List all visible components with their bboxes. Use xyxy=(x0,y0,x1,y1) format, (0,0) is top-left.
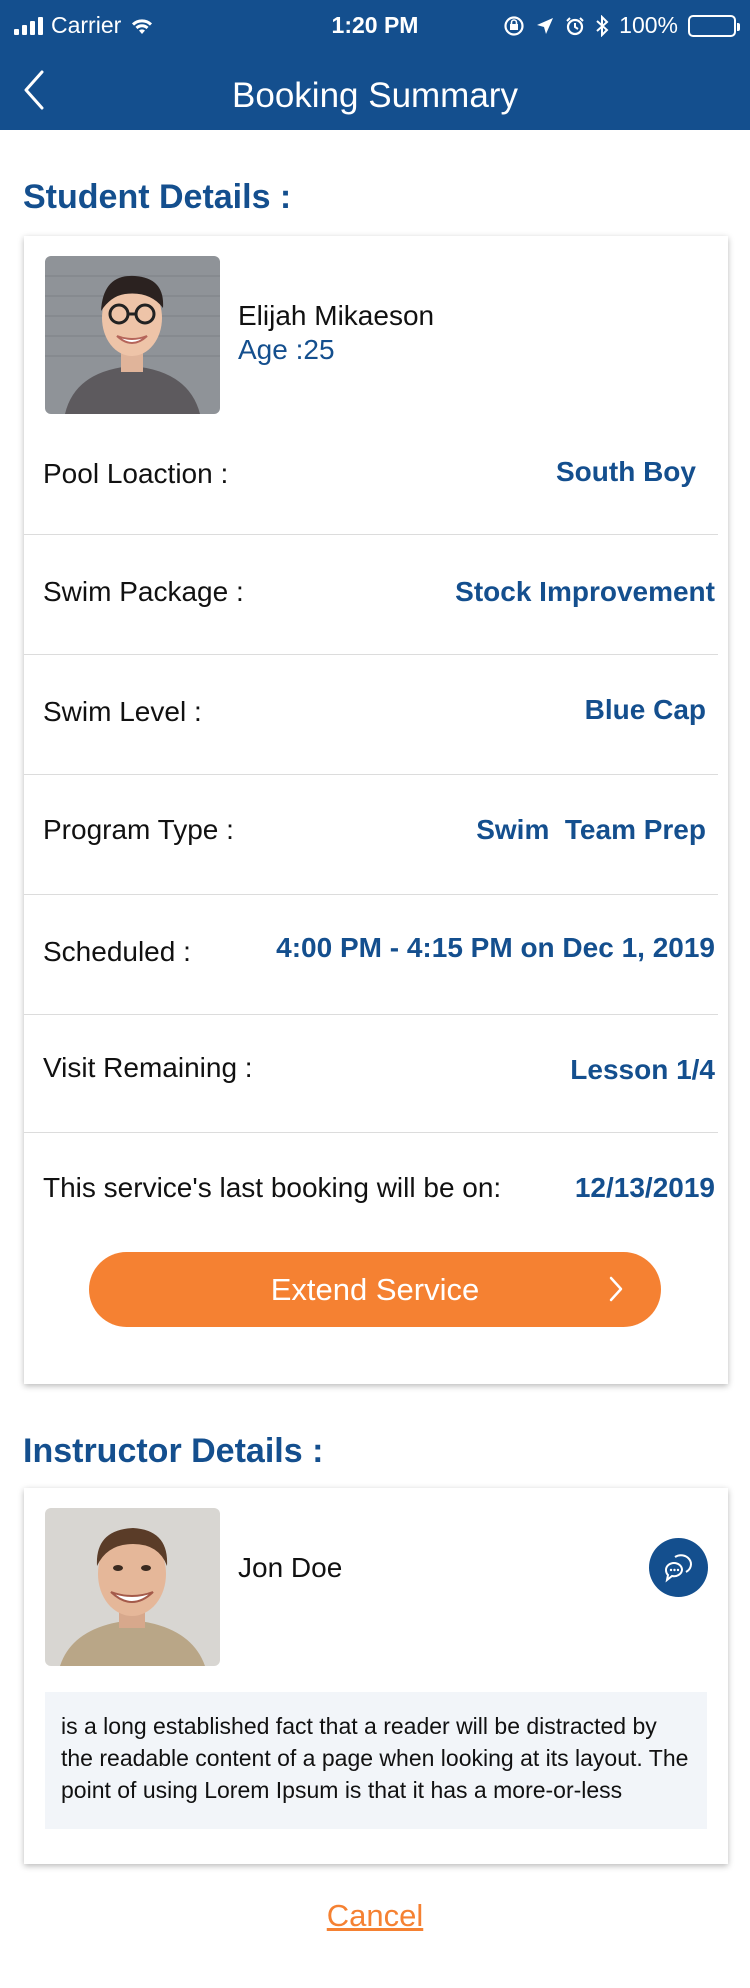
instructor-card: Jon Doe is a long established fact that … xyxy=(24,1488,728,1864)
student-age: Age :25 xyxy=(238,334,335,365)
status-bar: Carrier 1:20 PM 100% xyxy=(0,0,750,50)
battery-percent: 100% xyxy=(619,12,678,38)
chat-button[interactable] xyxy=(649,1538,708,1597)
status-right: 100% xyxy=(503,12,740,39)
bluetooth-icon xyxy=(596,14,609,37)
chevron-right-icon xyxy=(609,1276,623,1302)
instructor-section-title: Instructor Details : xyxy=(23,1432,324,1470)
extend-service-label: Extend Service xyxy=(270,1271,480,1307)
detail-label: Swim Package : xyxy=(43,576,244,607)
detail-label: Scheduled : xyxy=(43,936,191,967)
detail-row: Visit Remaining : Lesson 1/4 xyxy=(24,1014,718,1132)
page-title: Booking Summary xyxy=(232,76,518,115)
detail-value: 4:00 PM - 4:15 PM on Dec 1, 2019 xyxy=(276,932,715,963)
location-icon xyxy=(537,17,554,34)
detail-value: 12/13/2019 xyxy=(574,1172,715,1203)
detail-row: Swim Package : Stock Improvement xyxy=(24,534,718,652)
detail-value: Swim Team Prep xyxy=(476,814,706,845)
detail-value: Stock Improvement xyxy=(455,576,715,607)
alarm-icon xyxy=(566,16,584,35)
chat-bubble-icon xyxy=(664,1553,692,1582)
student-section-title: Student Details : xyxy=(23,178,292,216)
instructor-name: Jon Doe xyxy=(238,1552,343,1583)
detail-label: Program Type : xyxy=(43,814,234,845)
student-card: Elijah Mikaeson Age :25 Pool Loaction : … xyxy=(24,236,728,1384)
detail-value: Lesson 1/4 xyxy=(570,1054,715,1085)
detail-row: Scheduled : 4:00 PM - 4:15 PM on Dec 1, … xyxy=(24,894,718,1012)
detail-label: Swim Level : xyxy=(43,696,202,727)
top-bar: Carrier 1:20 PM 100% Booking Summary xyxy=(0,0,750,130)
detail-label: Pool Loaction : xyxy=(43,458,229,489)
detail-row: Program Type : Swim Team Prep xyxy=(24,774,718,892)
instructor-bio: is a long established fact that a reader… xyxy=(45,1692,707,1829)
detail-label: This service's last booking will be on: xyxy=(43,1172,502,1203)
detail-label: Visit Remaining : xyxy=(43,1052,253,1083)
detail-row: Swim Level : Blue Cap xyxy=(24,654,718,772)
student-name: Elijah Mikaeson xyxy=(238,300,435,331)
detail-row: This service's last booking will be on: … xyxy=(24,1132,718,1250)
cancel-link[interactable]: Cancel xyxy=(0,1898,750,1934)
detail-value: South Boy xyxy=(556,456,696,487)
rotation-lock-icon xyxy=(504,15,524,36)
student-avatar xyxy=(45,256,220,414)
detail-value: Blue Cap xyxy=(584,694,706,725)
nav-bar: Booking Summary xyxy=(0,60,750,130)
battery-icon xyxy=(688,14,740,37)
instructor-avatar xyxy=(45,1508,220,1666)
extend-service-button[interactable]: Extend Service xyxy=(89,1252,661,1327)
